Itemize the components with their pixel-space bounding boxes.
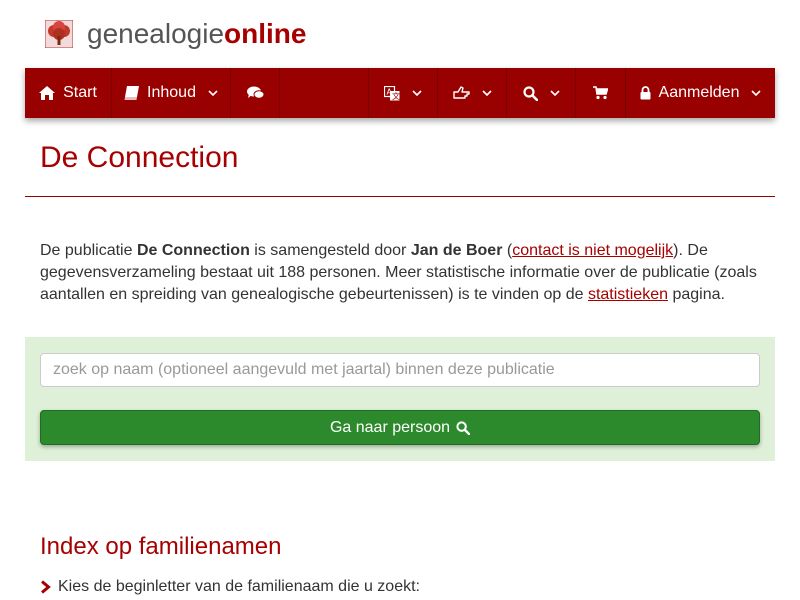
- statistics-link[interactable]: statistieken: [588, 286, 668, 303]
- search-icon: [456, 420, 471, 435]
- title-divider: [25, 196, 775, 197]
- site-name: genealogieonline: [87, 18, 306, 50]
- surname-index-instruction: Kies de beginletter van de familienaam d…: [40, 577, 420, 597]
- search-icon: [522, 85, 538, 101]
- nav-forum[interactable]: [231, 68, 279, 118]
- hand-pointer-icon: [452, 86, 470, 99]
- home-icon: [39, 86, 56, 100]
- nav-language[interactable]: A 文: [369, 68, 437, 118]
- site-name-main: genealogie: [87, 18, 225, 49]
- svg-text:文: 文: [392, 91, 400, 101]
- publication-name: De Connection: [136, 242, 250, 259]
- intro-text: (: [502, 242, 513, 259]
- translate-icon: A 文: [384, 85, 400, 101]
- intro-text: pagina.: [668, 286, 725, 303]
- chevron-down-icon: [412, 89, 422, 96]
- chevron-down-icon: [549, 89, 560, 96]
- site-name-accent: online: [224, 18, 307, 49]
- nav-login-label: Aanmelden: [658, 84, 740, 101]
- person-search-panel: Ga naar persoon: [25, 337, 775, 461]
- publication-description: De publicatie De Connection is samengest…: [40, 240, 765, 306]
- comments-icon: [246, 86, 264, 99]
- nav-start[interactable]: Start: [25, 68, 111, 118]
- nav-inhoud-label: Inhoud: [147, 84, 196, 101]
- shopping-cart-icon: [593, 86, 608, 100]
- go-to-person-label: Ga naar persoon: [329, 418, 451, 436]
- nav-shop[interactable]: [576, 68, 625, 118]
- surname-index-title: Index op familienamen: [40, 533, 282, 560]
- contact-link[interactable]: contact is niet mogelijk: [512, 242, 673, 259]
- intro-text: is samengesteld door: [249, 242, 411, 259]
- nav-contribute[interactable]: [438, 68, 506, 118]
- person-search-input[interactable]: [40, 353, 760, 387]
- page-title: De Connection: [40, 141, 239, 174]
- chevron-down-icon: [208, 89, 218, 96]
- nav-divider: [279, 68, 280, 118]
- nav-search[interactable]: [507, 68, 575, 118]
- nav-login[interactable]: Aanmelden: [626, 68, 775, 118]
- tree-icon: [45, 20, 73, 48]
- lock-icon: [640, 86, 651, 100]
- book-icon: [124, 86, 140, 100]
- main-navbar: Start Inhoud A 文 Aanmelden: [25, 68, 775, 118]
- intro-text: De publicatie: [40, 242, 137, 259]
- chevron-down-icon: [481, 89, 492, 96]
- chevron-right-icon: [41, 580, 51, 594]
- nav-inhoud[interactable]: Inhoud: [112, 68, 230, 118]
- go-to-person-button[interactable]: Ga naar persoon: [40, 410, 760, 445]
- author-name: Jan de Boer: [410, 242, 503, 259]
- site-logo[interactable]: genealogieonline: [45, 18, 306, 50]
- chevron-down-icon: [751, 89, 762, 96]
- nav-start-label: Start: [63, 84, 97, 101]
- instruction-text: Kies de beginletter van de familienaam d…: [58, 578, 420, 595]
